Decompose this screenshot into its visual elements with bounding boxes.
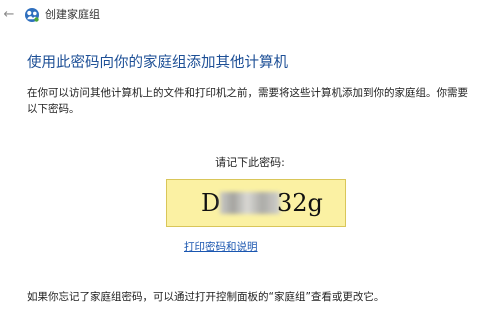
password-box: D 32g (166, 179, 346, 227)
footer-note: 如果你忘记了家庭组密码，可以通过打开控制面板的“家庭组”查看或更改它。 (27, 291, 385, 303)
password-visible-end: 32g (277, 189, 323, 217)
homegroup-icon (24, 7, 40, 23)
page-description: 在你可以访问其他计算机上的文件和打印机之前，需要将这些计算机添加到你的家庭组。你… (27, 87, 468, 115)
title-bar: ← 创建家庭组 (0, 0, 500, 32)
page-heading: 使用此密码向你的家庭组添加其他计算机 (27, 55, 288, 71)
password-label: 请记下此密码: (215, 156, 285, 169)
print-password-link[interactable]: 打印密码和说明 (184, 240, 258, 254)
window-title: 创建家庭组 (45, 8, 100, 21)
password-visible-start: D (201, 189, 221, 217)
password-blur-mask (220, 192, 280, 214)
back-button[interactable]: ← (2, 7, 16, 23)
back-arrow-icon: ← (3, 7, 15, 22)
